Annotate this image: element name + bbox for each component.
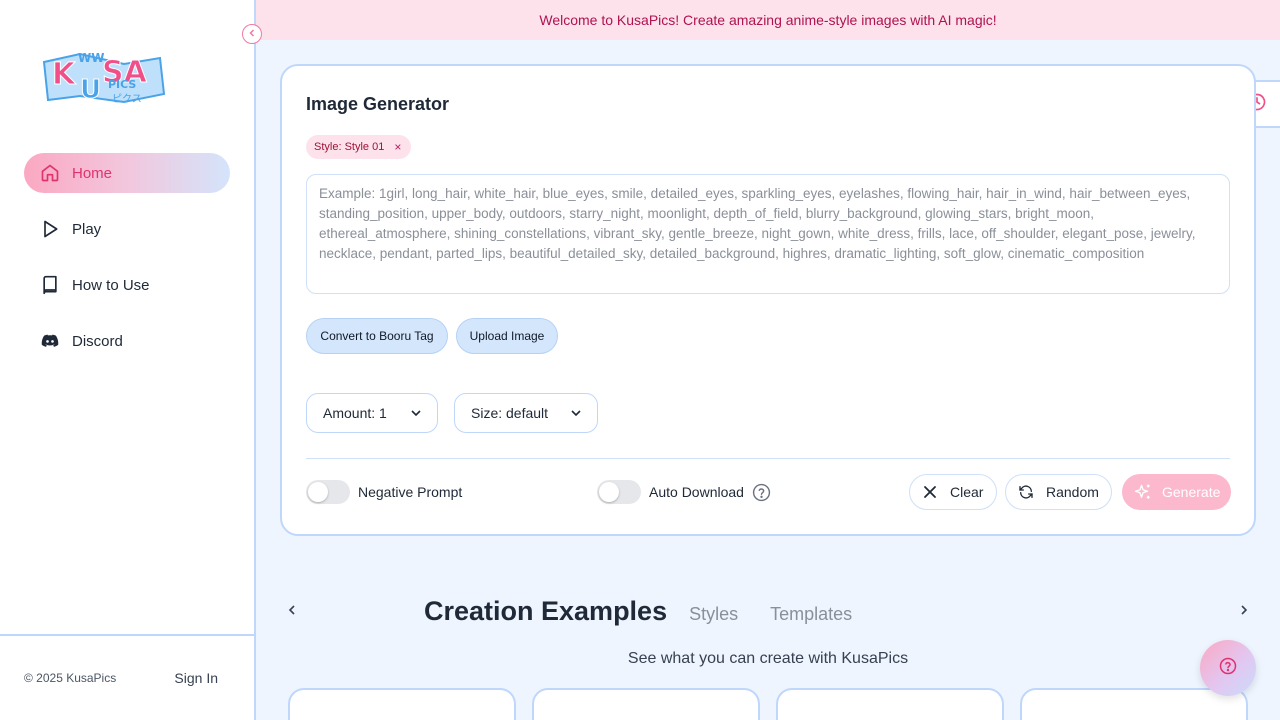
auto-download-toggle[interactable] xyxy=(597,480,641,504)
refresh-icon xyxy=(1018,484,1034,500)
sparkles-icon xyxy=(1134,483,1152,501)
examples-tabs: Creation Examples Styles Templates xyxy=(424,596,884,627)
style-chip[interactable]: Style: Style 01 × xyxy=(306,135,412,159)
prompt-placeholder: Example: 1girl, long_hair, white_hair, b… xyxy=(319,186,1196,261)
generate-button-label: Generate xyxy=(1162,484,1221,500)
svg-text:ピクス: ピクス xyxy=(112,93,142,105)
svg-text:PICS: PICS xyxy=(108,78,136,91)
svg-text:K: K xyxy=(52,57,77,92)
sidebar-item-how-to-use[interactable]: How to Use xyxy=(24,265,230,305)
close-icon xyxy=(922,484,938,500)
sidebar-item-label: Home xyxy=(72,164,113,182)
tab-creation-examples[interactable]: Creation Examples xyxy=(424,596,667,627)
sidebar-footer: © 2025 KusaPics Sign In xyxy=(0,634,254,720)
sidebar: K WW U SA PICS ピクス Home Play How to Use xyxy=(0,0,256,720)
sidebar-item-label: How to Use xyxy=(72,276,150,294)
help-circle-icon xyxy=(1219,657,1237,680)
prompt-textarea[interactable]: Example: 1girl, long_hair, white_hair, b… xyxy=(306,174,1230,294)
sidebar-item-label: Play xyxy=(72,220,102,238)
help-circle-icon[interactable] xyxy=(752,482,772,502)
example-card[interactable] xyxy=(1020,688,1248,720)
book-icon xyxy=(40,275,60,295)
image-generator-card: Image Generator Style: Style 01 × Exampl… xyxy=(280,64,1256,536)
upload-button-label: Upload Image xyxy=(469,329,545,343)
welcome-banner: Welcome to KusaPics! Create amazing anim… xyxy=(256,0,1280,40)
play-icon xyxy=(40,219,60,239)
size-select-value: Size: default xyxy=(471,405,549,421)
sign-in-link[interactable]: Sign In xyxy=(174,670,218,686)
welcome-banner-text: Welcome to KusaPics! Create amazing anim… xyxy=(539,12,997,28)
generate-button[interactable]: Generate xyxy=(1122,474,1231,510)
clear-button-label: Clear xyxy=(950,484,984,500)
style-chip-label: Style: Style 01 xyxy=(314,141,385,153)
upload-image-button[interactable]: Upload Image xyxy=(456,318,558,354)
example-card[interactable] xyxy=(532,688,760,720)
random-button[interactable]: Random xyxy=(1005,474,1112,510)
close-icon[interactable]: × xyxy=(394,140,401,154)
negative-prompt-toggle-row: Negative Prompt xyxy=(306,480,462,504)
convert-to-booru-tag-button[interactable]: Convert to Booru Tag xyxy=(306,318,448,354)
kusapics-logo[interactable]: K WW U SA PICS ピクス xyxy=(40,40,168,110)
amount-select-value: Amount: 1 xyxy=(323,405,387,421)
chevron-left-icon xyxy=(247,25,257,43)
clear-button[interactable]: Clear xyxy=(909,474,997,510)
sidebar-nav: Home Play How to Use Discord xyxy=(24,153,230,377)
divider xyxy=(306,458,1230,459)
carousel-prev-button[interactable] xyxy=(282,602,302,622)
generator-title: Image Generator xyxy=(306,94,450,114)
examples-subtitle: See what you can create with KusaPics xyxy=(627,650,909,667)
home-icon xyxy=(40,163,60,183)
convert-button-label: Convert to Booru Tag xyxy=(320,329,434,343)
svg-text:U: U xyxy=(80,75,101,105)
help-fab-button[interactable] xyxy=(1200,640,1256,696)
sidebar-collapse-button[interactable] xyxy=(242,24,262,44)
size-select[interactable]: Size: default xyxy=(454,393,598,433)
example-card[interactable] xyxy=(776,688,1004,720)
svg-text:WW: WW xyxy=(78,51,104,65)
negative-prompt-toggle[interactable] xyxy=(306,480,350,504)
chevron-down-icon xyxy=(569,406,583,423)
random-button-label: Random xyxy=(1046,484,1099,500)
negative-prompt-label: Negative Prompt xyxy=(358,484,463,500)
chevron-down-icon xyxy=(409,406,423,423)
discord-icon xyxy=(40,331,60,351)
copyright-text: © 2025 KusaPics xyxy=(24,671,117,685)
sidebar-item-play[interactable]: Play xyxy=(24,209,230,249)
sidebar-item-home[interactable]: Home xyxy=(24,153,230,193)
auto-download-label: Auto Download xyxy=(649,484,744,500)
carousel-next-button[interactable] xyxy=(1234,602,1254,622)
chevron-left-icon xyxy=(286,603,298,621)
amount-select[interactable]: Amount: 1 xyxy=(306,393,438,433)
tab-templates[interactable]: Templates xyxy=(770,604,852,625)
chevron-right-icon xyxy=(1238,603,1250,621)
sidebar-item-discord[interactable]: Discord xyxy=(24,321,230,361)
tab-styles[interactable]: Styles xyxy=(689,604,738,625)
sidebar-item-label: Discord xyxy=(72,332,123,350)
example-card[interactable] xyxy=(288,688,516,720)
auto-download-toggle-row: Auto Download xyxy=(597,480,772,504)
